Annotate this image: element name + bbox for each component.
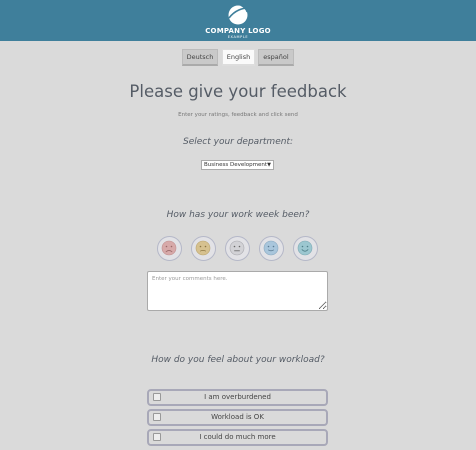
language-button-english[interactable]: English	[222, 49, 255, 66]
workload-option-label: I could do much more	[199, 433, 276, 441]
very-sad-face-icon	[161, 240, 177, 256]
globe-logo-icon	[228, 4, 249, 25]
department-label: Select your department:	[183, 137, 293, 147]
company-logo[interactable]: COMPANY LOGO EXAMPLE	[205, 3, 271, 39]
header-bar: COMPANY LOGO EXAMPLE	[0, 0, 476, 41]
neutral-face-icon	[229, 240, 245, 256]
comments-textarea[interactable]	[147, 271, 328, 311]
page-title: Please give your feedback	[129, 82, 347, 101]
language-button-espanol[interactable]: español	[258, 49, 294, 66]
page-subtitle: Enter your ratings, feedback and click s…	[178, 112, 298, 118]
workload-question: How do you feel about your workload?	[151, 355, 325, 365]
workload-option-overburdened[interactable]: I am overburdened	[147, 389, 328, 406]
caret-down-icon: ▼	[267, 162, 271, 168]
happy-face-icon	[263, 240, 279, 256]
week-question: How has your work week been?	[166, 210, 310, 220]
department-select[interactable]: Business Development ▼	[201, 160, 274, 170]
language-button-deutsch[interactable]: Deutsch	[182, 49, 218, 66]
workload-option-label: I am overburdened	[204, 393, 271, 401]
very-happy-face-icon	[297, 240, 313, 256]
workload-option-could-do-more[interactable]: I could do much more	[147, 429, 328, 446]
language-selector: Deutsch English español	[0, 49, 476, 67]
department-selected-value: Business Development	[204, 162, 268, 168]
workload-option-ok[interactable]: Workload is OK	[147, 409, 328, 426]
workload-option-label: Workload is OK	[211, 413, 264, 421]
logo-subtext: EXAMPLE	[227, 35, 249, 39]
mood-button-happy[interactable]	[259, 236, 284, 261]
mood-button-very-sad[interactable]	[157, 236, 182, 261]
sad-face-icon	[195, 240, 211, 256]
mood-button-very-happy[interactable]	[293, 236, 318, 261]
mood-button-neutral[interactable]	[225, 236, 250, 261]
logo-text: COMPANY LOGO	[205, 27, 271, 35]
mood-button-sad[interactable]	[191, 236, 216, 261]
